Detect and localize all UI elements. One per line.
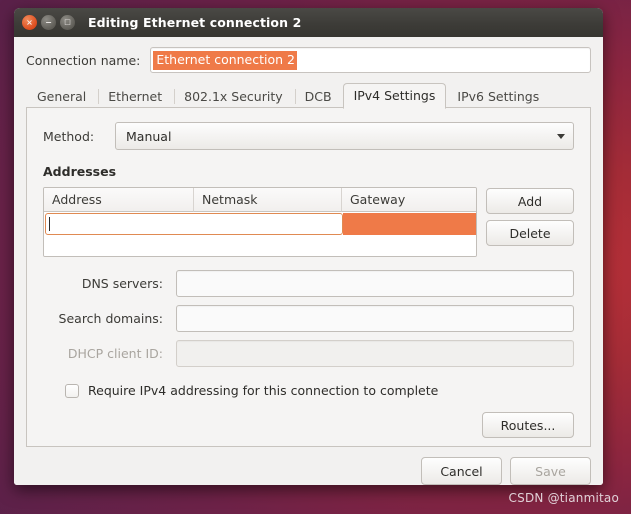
window-titlebar: × − □ Editing Ethernet connection 2: [14, 8, 603, 37]
require-ipv4-checkbox[interactable]: [65, 384, 79, 398]
require-ipv4-label: Require IPv4 addressing for this connect…: [88, 383, 438, 398]
dialog-footer: Cancel Save: [14, 447, 603, 485]
column-header-netmask: Netmask: [194, 188, 342, 212]
settings-tabs: General Ethernet 802.1x Security DCB IPv…: [26, 83, 591, 108]
method-row: Method: Manual: [43, 122, 574, 150]
method-dropdown[interactable]: Manual: [115, 122, 574, 150]
addresses-table: Address Netmask Gateway: [43, 187, 477, 257]
delete-address-button[interactable]: Delete: [486, 220, 574, 246]
connection-name-value: Ethernet connection 2: [153, 51, 297, 70]
window-controls: × − □: [22, 15, 75, 30]
minimize-icon-glyph: −: [45, 19, 52, 27]
connection-name-row: Connection name: Ethernet connection 2: [26, 47, 591, 73]
window-body: Connection name: Ethernet connection 2 G…: [14, 37, 603, 447]
ipv4-settings-panel: Method: Manual Addresses Address Netmask…: [26, 107, 591, 447]
table-row[interactable]: [44, 212, 476, 236]
method-value: Manual: [126, 129, 171, 144]
connection-name-label: Connection name:: [26, 53, 140, 68]
require-ipv4-row[interactable]: Require IPv4 addressing for this connect…: [43, 383, 574, 398]
search-domains-row: Search domains:: [43, 304, 574, 332]
address-cell-editor[interactable]: [45, 213, 343, 235]
addresses-buttons: Add Delete: [486, 187, 574, 257]
add-address-button[interactable]: Add: [486, 188, 574, 214]
chevron-down-icon: [557, 134, 565, 139]
table-empty-area: [44, 236, 476, 256]
search-domains-input[interactable]: [176, 305, 574, 332]
connection-name-input[interactable]: Ethernet connection 2: [150, 47, 591, 73]
method-label: Method:: [43, 129, 115, 144]
minimize-window-icon[interactable]: −: [41, 15, 56, 30]
gateway-cell-selected[interactable]: [343, 213, 476, 235]
tab-ipv6-settings[interactable]: IPv6 Settings: [446, 84, 550, 108]
dns-servers-row: DNS servers:: [43, 269, 574, 297]
routes-row: Routes...: [43, 412, 574, 438]
routes-button[interactable]: Routes...: [482, 412, 574, 438]
close-icon-glyph: ×: [26, 19, 33, 27]
addresses-table-header: Address Netmask Gateway: [44, 188, 476, 212]
tab-8021x-security[interactable]: 802.1x Security: [173, 84, 294, 108]
tab-ipv4-settings[interactable]: IPv4 Settings: [343, 83, 447, 109]
column-header-gateway: Gateway: [342, 188, 476, 212]
text-cursor-icon: [49, 217, 50, 231]
watermark: CSDN @tianmitao: [509, 491, 619, 505]
dns-servers-label: DNS servers:: [43, 276, 176, 291]
window-title: Editing Ethernet connection 2: [88, 15, 301, 30]
cancel-button[interactable]: Cancel: [421, 457, 502, 485]
addresses-heading: Addresses: [43, 164, 574, 179]
search-domains-label: Search domains:: [43, 311, 176, 326]
dhcp-client-id-input: [176, 340, 574, 367]
addresses-block: Address Netmask Gateway Add Delete: [43, 187, 574, 257]
edit-connection-window: × − □ Editing Ethernet connection 2 Conn…: [14, 8, 603, 485]
tab-general[interactable]: General: [26, 84, 97, 108]
tab-dcb[interactable]: DCB: [294, 84, 343, 108]
maximize-icon-glyph: □: [64, 19, 71, 26]
dhcp-client-id-row: DHCP client ID:: [43, 339, 574, 367]
save-button: Save: [510, 457, 591, 485]
tab-ethernet[interactable]: Ethernet: [97, 84, 173, 108]
maximize-window-icon[interactable]: □: [60, 15, 75, 30]
close-window-icon[interactable]: ×: [22, 15, 37, 30]
dhcp-client-id-label: DHCP client ID:: [43, 346, 176, 361]
column-header-address: Address: [44, 188, 194, 212]
dns-servers-input[interactable]: [176, 270, 574, 297]
